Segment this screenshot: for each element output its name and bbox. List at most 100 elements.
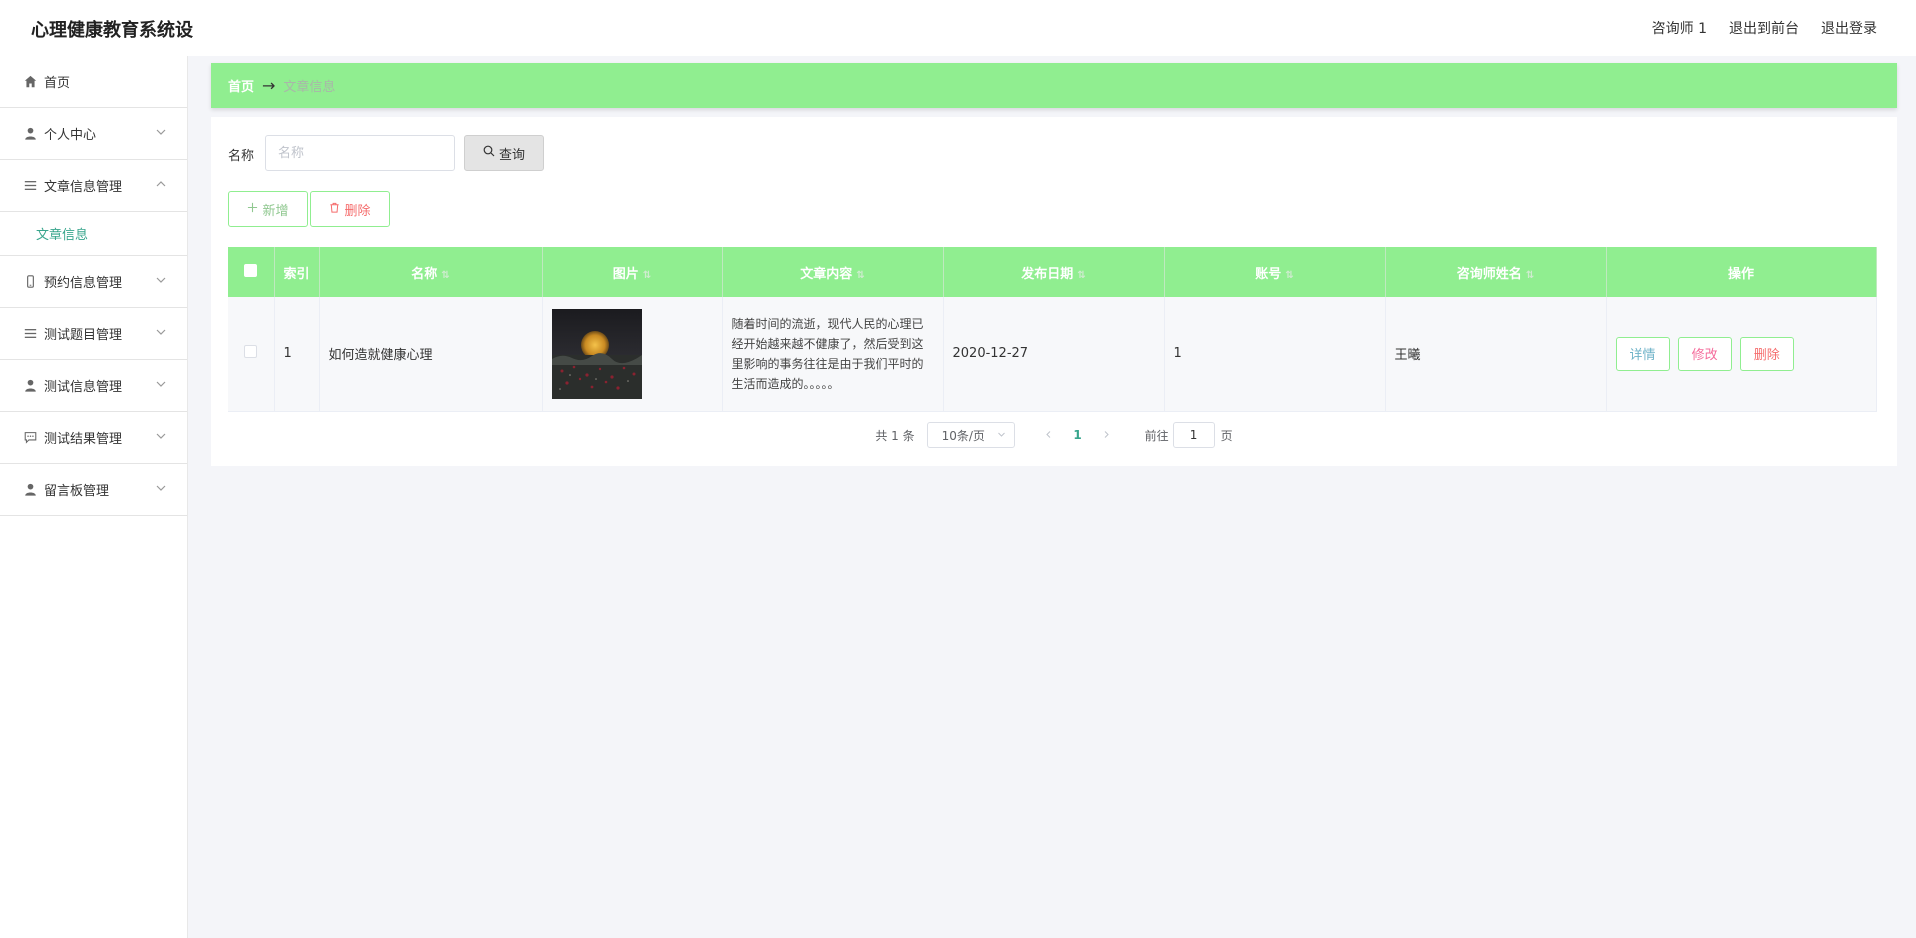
breadcrumb-arrow-icon: → — [262, 76, 276, 95]
next-page-button[interactable] — [1095, 428, 1119, 442]
pagination: 共 1 条 10条/页 1 前往 页 — [211, 422, 1897, 448]
goto-page-input[interactable] — [1172, 422, 1215, 448]
sidebar-subitem-article-info[interactable]: 文章信息 — [0, 212, 187, 256]
sidebar-item-appointment-management[interactable]: 预约信息管理 — [0, 256, 187, 308]
trash-icon — [329, 202, 340, 217]
prev-page-button[interactable] — [1037, 428, 1061, 442]
row-content: 随着时间的流逝，现代人民的心理已经开始越来越不健康了，然后受到这里影响的事务往往… — [731, 316, 924, 391]
row-content-cell: 随着时间的流逝，现代人民的心理已经开始越来越不健康了，然后受到这里影响的事务往往… — [722, 297, 944, 412]
sidebar-item-label: 个人中心 — [44, 128, 97, 143]
sidebar-item-label: 预约信息管理 — [44, 276, 123, 291]
breadcrumb: 首页 → 文章信息 — [211, 63, 1897, 108]
row-operations: 详情 修改 删除 — [1606, 297, 1877, 412]
page-size-select[interactable]: 10条/页 — [926, 422, 1015, 448]
user-icon — [22, 126, 38, 142]
main-panel: 名称 查询 新增 删除 索引 名称⇅ 图片⇅ 文章内容⇅ — [211, 117, 1897, 466]
sidebar-item-label: 首页 — [44, 76, 71, 91]
chevron-down-icon — [997, 428, 1006, 442]
exit-to-front-link[interactable]: 退出到前台 — [1729, 18, 1799, 38]
row-index: 1 — [274, 297, 320, 412]
row-image-cell — [542, 297, 723, 412]
current-user-label[interactable]: 咨询师 1 — [1652, 18, 1707, 38]
column-header-counselor[interactable]: 咨询师姓名 ⇅ — [1385, 247, 1607, 297]
table-row: 1 如何造就健康心理 随着时间的流逝，现代人民的心理已经开始越来越不健康了，然后… — [228, 297, 1877, 412]
batch-delete-button[interactable]: 删除 — [310, 191, 390, 227]
row-name: 如何造就健康心理 — [319, 297, 543, 412]
header-select-all[interactable] — [228, 247, 275, 297]
chevron-down-icon — [155, 482, 167, 494]
page-number-current[interactable]: 1 — [1061, 428, 1095, 442]
row-date: 2020-12-27 — [943, 297, 1165, 412]
article-thumbnail[interactable] — [551, 308, 642, 399]
chevron-down-icon — [155, 126, 167, 138]
sort-icon[interactable]: ⇅ — [643, 270, 651, 281]
query-button-label: 查询 — [498, 147, 525, 163]
row-account: 1 — [1164, 297, 1386, 412]
row-delete-button[interactable]: 删除 — [1739, 336, 1794, 371]
query-button[interactable]: 查询 — [464, 135, 544, 171]
sidebar-item-personal-center[interactable]: 个人中心 — [0, 108, 187, 160]
sidebar-item-label: 文章信息管理 — [44, 180, 123, 195]
app-title: 心理健康教育系统设 — [31, 20, 193, 41]
sidebar-item-label: 测试信息管理 — [44, 380, 123, 395]
user-icon — [22, 482, 38, 498]
sort-icon[interactable]: ⇅ — [1526, 270, 1534, 281]
chat-icon — [22, 430, 38, 446]
column-header-operations: 操作 — [1606, 247, 1877, 297]
home-icon — [22, 74, 38, 90]
sidebar-item-home[interactable]: 首页 — [0, 56, 187, 108]
search-icon — [483, 145, 495, 161]
header-actions: 咨询师 1 退出到前台 退出登录 — [1652, 18, 1877, 38]
page-suffix-label: 页 — [1220, 428, 1233, 443]
plus-icon — [247, 202, 258, 217]
column-header-image[interactable]: 图片 ⇅ — [542, 247, 723, 297]
detail-button[interactable]: 详情 — [1615, 336, 1670, 371]
column-header-index: 索引 — [274, 247, 320, 297]
breadcrumb-current: 文章信息 — [283, 80, 336, 95]
table-header-row: 索引 名称 ⇅ 图片 ⇅ 文章内容 ⇅ 发布日期 ⇅ 账号 ⇅ 咨询师姓名 ⇅ 操作 — [228, 247, 1877, 297]
sidebar-item-label: 测试结果管理 — [44, 432, 123, 447]
add-button[interactable]: 新增 — [228, 191, 308, 227]
sidebar-item-article-management[interactable]: 文章信息管理 — [0, 160, 187, 212]
sidebar-item-test-question-management[interactable]: 测试题目管理 — [0, 308, 187, 360]
list-icon — [22, 326, 38, 342]
article-table: 索引 名称 ⇅ 图片 ⇅ 文章内容 ⇅ 发布日期 ⇅ 账号 ⇅ 咨询师姓名 ⇅ 操作 1 如… — [228, 247, 1877, 412]
row-select-cell — [228, 297, 275, 412]
sidebar-item-label: 留言板管理 — [44, 484, 110, 499]
column-header-account[interactable]: 账号 ⇅ — [1164, 247, 1386, 297]
sidebar-item-test-result-management[interactable]: 测试结果管理 — [0, 412, 187, 464]
sort-icon[interactable]: ⇅ — [1077, 270, 1085, 281]
row-counselor: 王曦 — [1385, 297, 1607, 412]
search-label: 名称 — [228, 149, 255, 164]
select-all-checkbox[interactable] — [244, 263, 258, 277]
user-icon — [22, 378, 38, 394]
row-checkbox[interactable] — [244, 345, 258, 359]
phone-icon — [22, 274, 38, 290]
breadcrumb-home[interactable]: 首页 — [228, 76, 254, 95]
sort-icon[interactable]: ⇅ — [856, 270, 864, 281]
sort-icon[interactable]: ⇅ — [1285, 270, 1293, 281]
chevron-down-icon — [155, 378, 167, 390]
add-button-label: 新增 — [262, 203, 289, 219]
chevron-down-icon — [155, 274, 167, 286]
sidebar-item-message-board-management[interactable]: 留言板管理 — [0, 464, 187, 516]
column-header-content[interactable]: 文章内容 ⇅ — [722, 247, 944, 297]
logout-link[interactable]: 退出登录 — [1821, 18, 1877, 38]
delete-button-label: 删除 — [344, 203, 371, 219]
top-header: 心理健康教育系统设 咨询师 1 退出到前台 退出登录 — [0, 0, 1916, 56]
goto-label: 前往 — [1144, 428, 1169, 443]
chevron-down-icon — [155, 430, 167, 442]
column-header-date[interactable]: 发布日期 ⇅ — [943, 247, 1165, 297]
page-size-value: 10条/页 — [941, 428, 985, 443]
column-header-name[interactable]: 名称 ⇅ — [319, 247, 543, 297]
pagination-total: 共 1 条 — [875, 428, 915, 443]
sidebar-item-label: 测试题目管理 — [44, 328, 123, 343]
list-icon — [22, 178, 38, 194]
sidebar-item-test-info-management[interactable]: 测试信息管理 — [0, 360, 187, 412]
chevron-up-icon — [155, 178, 167, 190]
sidebar: 首页 个人中心 文章信息管理 文章信息 预约信息管理 测试题目管理 测试信息管理… — [0, 56, 188, 938]
sort-icon[interactable]: ⇅ — [441, 270, 449, 281]
search-input[interactable] — [265, 135, 455, 171]
chevron-down-icon — [155, 326, 167, 338]
edit-button[interactable]: 修改 — [1677, 336, 1732, 371]
